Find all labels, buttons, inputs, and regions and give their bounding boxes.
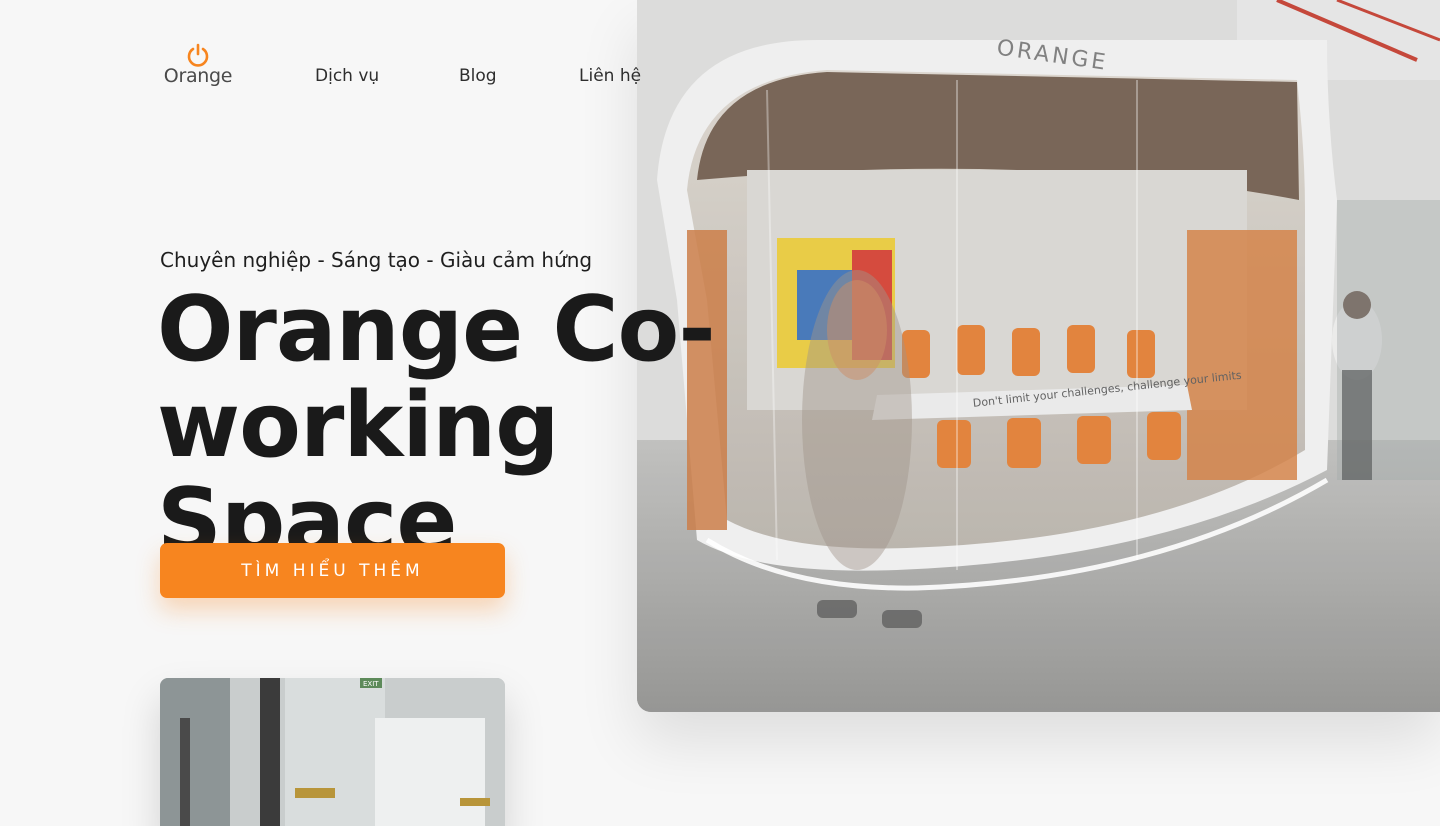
hero-tagline: Chuyên nghiệp - Sáng tạo - Giàu cảm hứng bbox=[160, 248, 593, 272]
logo-text: Orange bbox=[163, 65, 233, 87]
nav-link-contact[interactable]: Liên hệ bbox=[579, 66, 641, 86]
logo[interactable]: Orange bbox=[160, 42, 236, 94]
nav-link-services[interactable]: Dịch vụ bbox=[315, 66, 379, 86]
hero-title-line-1: Orange Co- bbox=[157, 277, 716, 382]
hero-title: Orange Co- working Space bbox=[157, 282, 877, 570]
landing-page: ORANGE Don't limit your challenges, chal… bbox=[0, 0, 1440, 826]
office-thumbnail: EXIT bbox=[160, 678, 505, 826]
nav-link-blog[interactable]: Blog bbox=[459, 66, 497, 86]
learn-more-button[interactable]: TÌM HIỂU THÊM bbox=[160, 543, 505, 598]
exit-sign: EXIT bbox=[363, 680, 379, 688]
